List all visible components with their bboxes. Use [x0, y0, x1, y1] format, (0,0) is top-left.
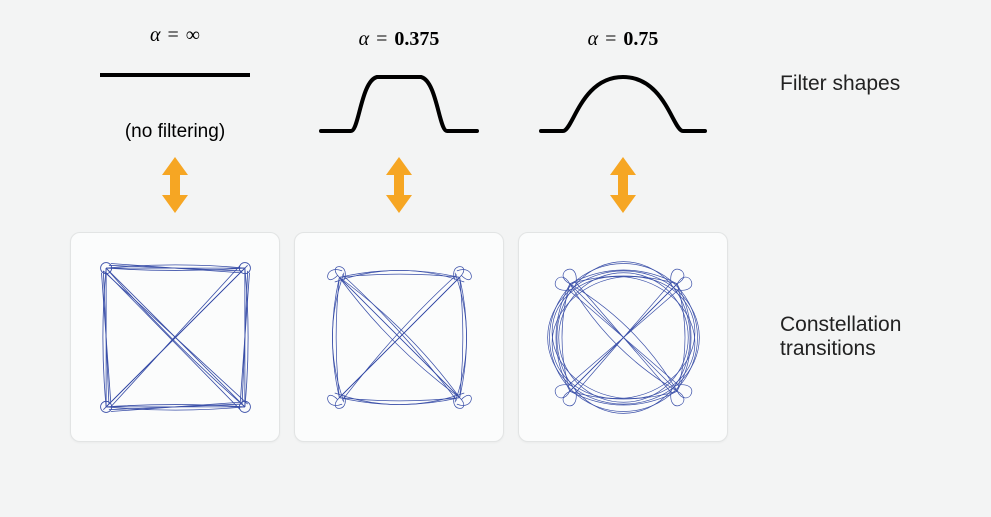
double-arrow-icon: [382, 157, 416, 213]
arrow-1: [70, 143, 280, 232]
filter-shape-steep: [309, 59, 489, 139]
col-1-header: α = ∞ (no filtering): [70, 24, 280, 143]
label-constellations: Constellation transitions: [742, 313, 979, 361]
alpha-value: 0.375: [394, 28, 439, 50]
equals-sym: =: [605, 28, 616, 50]
alpha-label-2: α = 0.375: [294, 28, 504, 51]
alpha-value: 0.75: [623, 28, 658, 50]
arrow-3: [518, 143, 728, 232]
no-filtering-label: (no filtering): [70, 121, 280, 143]
equals-sym: =: [167, 24, 178, 46]
equals-sym: =: [376, 28, 387, 50]
constellation-square: [83, 245, 268, 430]
filter-shape-flat: [85, 55, 265, 115]
constellation-circular: [531, 245, 716, 430]
alpha-sym: α: [359, 28, 370, 50]
double-arrow-icon: [606, 157, 640, 213]
alpha-label-1: α = ∞: [70, 24, 280, 47]
alpha-sym: α: [150, 24, 161, 46]
constellation-rounded: [307, 245, 492, 430]
filter-shape-round: [533, 59, 713, 139]
double-arrow-icon: [158, 157, 192, 213]
constellation-panel-1: [70, 232, 280, 442]
col-2-header: α = 0.375: [294, 28, 504, 139]
col-3-header: α = 0.75: [518, 28, 728, 139]
constellation-panel-3: [518, 232, 728, 442]
constellation-panel-2: [294, 232, 504, 442]
arrow-2: [294, 143, 504, 232]
label-filter-shapes: Filter shapes: [742, 72, 979, 96]
alpha-value: ∞: [186, 24, 200, 46]
alpha-label-3: α = 0.75: [518, 28, 728, 51]
diagram-grid: α = ∞ (no filtering) α = 0.375 α = 0.75 …: [0, 0, 991, 460]
alpha-sym: α: [588, 28, 599, 50]
